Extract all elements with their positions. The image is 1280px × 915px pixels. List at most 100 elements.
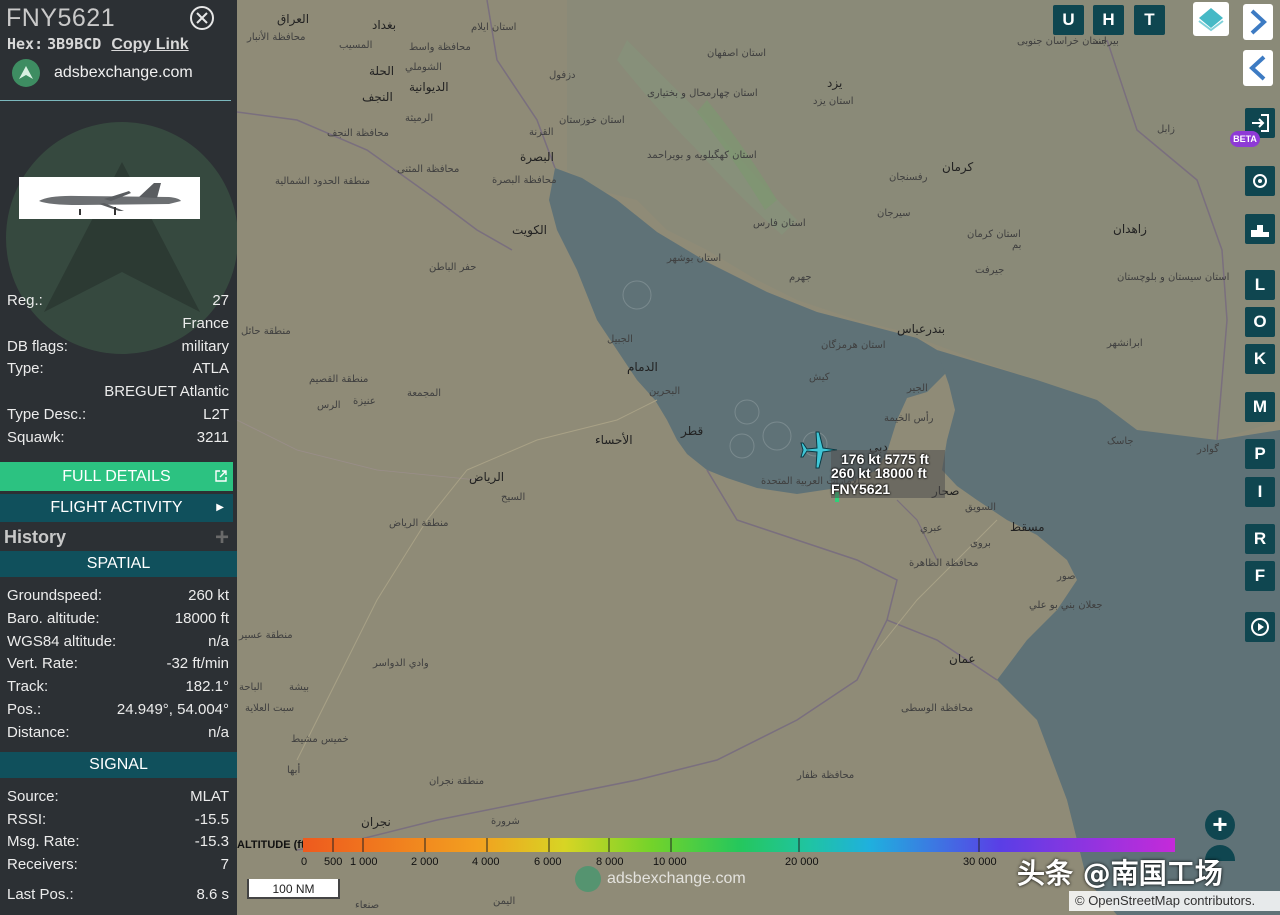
map-place-label: المجمعة [407, 388, 442, 399]
map-place-label: الرس [317, 400, 341, 411]
aircraft-info-row: Type Desc.: L2T [7, 405, 229, 425]
toggle-i-button[interactable]: I [1245, 477, 1275, 507]
spatial-label: Baro. altitude: [7, 609, 100, 627]
map-place-label: محافظة البصرة [492, 175, 557, 186]
altitude-legend-tick: 6 000 [534, 856, 562, 868]
toggle-m-button[interactable]: M [1245, 392, 1275, 422]
map-place-label: محافظة المثنى [397, 164, 460, 175]
map[interactable]: بغداد العراق محافظة الأنبار المسيب الحلة النج… [237, 0, 1280, 915]
map-place-label: الحلة [369, 64, 395, 78]
map-place-label: جعلان بني بو علي [1029, 600, 1103, 611]
map-place-label: جهرم [789, 272, 812, 283]
toggle-p-button[interactable]: P [1245, 439, 1275, 469]
map-place-label: زابل [1157, 124, 1175, 135]
map-place-label: جاسک [1107, 436, 1134, 447]
osm-attribution[interactable]: © OpenStreetMap contributors. [1069, 891, 1280, 911]
signal-header: SIGNAL [0, 752, 237, 778]
full-details-button[interactable]: FULL DETAILS [0, 462, 233, 491]
map-place-label: سبت العلاية [245, 703, 295, 714]
history-section[interactable]: History + [0, 524, 237, 552]
aircraft-info-row: BREGUET Atlantic [7, 382, 229, 402]
map-place-label: الرياض [469, 470, 505, 484]
signal-value: 8.6 s [196, 886, 229, 903]
map-place-label: منطقة نجران [429, 776, 485, 787]
toggle-f-button[interactable]: F [1245, 561, 1275, 591]
map-place-label: استان کهگیلویه و بویراحمد [647, 150, 757, 161]
map-place-label: صنعاء [355, 900, 380, 911]
map-place-label: عمان [949, 652, 976, 666]
map-place-label: اليمن [493, 896, 516, 907]
site-name: adsbexchange.com [54, 64, 193, 81]
map-place-label: سيرجان [877, 208, 911, 219]
altitude-legend-tick: 0 [301, 856, 308, 868]
map-place-label: استان ايلام [471, 22, 517, 33]
toggle-l-button[interactable]: L [1245, 270, 1275, 300]
leaderboard-button[interactable] [1245, 214, 1275, 244]
altitude-legend-tick: 20 000 [785, 856, 819, 868]
map-place-label: استان كرمان [967, 229, 1021, 240]
map-place-label: استان فارس [753, 218, 806, 229]
spatial-value: 182.1° [185, 678, 229, 696]
map-place-label: ابرانشهر [1107, 338, 1143, 349]
aircraft-info-sidebar: FNY5621 Hex: 3B9BCD Copy Link adsbexchange… [0, 0, 237, 915]
site-link[interactable]: adsbexchange.com [12, 59, 193, 87]
toggle-o-button[interactable]: O [1245, 307, 1275, 337]
aircraft-info-label: Type Desc.: [7, 406, 87, 423]
collapse-panel-button[interactable] [1243, 50, 1273, 86]
map-place-label: عنيزة [353, 396, 376, 407]
toggle-h-button[interactable]: H [1093, 5, 1124, 35]
replay-button[interactable] [1245, 612, 1275, 642]
map-place-label: الكويت [512, 223, 547, 237]
flight-activity-label: FLIGHT ACTIVITY [50, 499, 183, 516]
toggle-u-button[interactable]: U [1053, 5, 1084, 35]
map-place-label: الدمام [627, 360, 658, 374]
toggle-r-button[interactable]: R [1245, 524, 1275, 554]
map-place-label: استان سیستان و بلوچستان [1117, 272, 1230, 283]
map-place-label: صور [1057, 571, 1076, 582]
hex-label: Hex: [7, 35, 44, 53]
signal-row: Source: MLAT [7, 787, 229, 807]
spatial-row: Groundspeed: 260 kt [7, 586, 229, 606]
expand-panel-button[interactable] [1243, 4, 1273, 40]
map-place-label: المسيب [339, 40, 373, 51]
spatial-row: Pos.: 24.949°, 54.004° [7, 700, 229, 720]
settings-button[interactable] [1245, 166, 1275, 196]
aircraft-info-label: DB flags: [7, 337, 68, 355]
toggle-k-button[interactable]: K [1245, 344, 1275, 374]
spatial-value: 24.949°, 54.004° [116, 701, 229, 718]
divider [0, 100, 231, 101]
map-place-label: استان خوزستان [559, 115, 625, 126]
map-place-label: منطقة القصيم [309, 374, 369, 385]
signal-row: RSSI: -15.5 [7, 810, 229, 830]
map-place-label: استان خراسان جنوبی [1017, 36, 1107, 47]
map-place-label: استان اصفهان [707, 48, 767, 59]
close-icon[interactable] [190, 6, 214, 30]
map-place-label: قطر [681, 424, 704, 438]
map-place-label: البصرة [520, 150, 554, 164]
aircraft-info-label: Type: [7, 360, 44, 378]
aircraft-info-value: France [182, 314, 229, 332]
copy-link-button[interactable]: Copy Link [111, 36, 188, 53]
layers-button[interactable] [1193, 2, 1229, 36]
map-place-label: منطقة حائل [241, 326, 291, 337]
aircraft-photo[interactable] [19, 177, 200, 219]
map-place-label: الأحساء [595, 433, 633, 447]
map-place-label: محافظة الأنبار [247, 32, 306, 43]
map-place-label: القرنة [529, 127, 554, 138]
spatial-row: Baro. altitude: 18000 ft [7, 609, 229, 629]
toggle-t-button[interactable]: T [1134, 5, 1165, 35]
spatial-row: Vert. Rate: -32 ft/min [7, 654, 229, 674]
signal-value: -15.5 [194, 810, 229, 828]
zoom-in-button[interactable]: + [1205, 810, 1235, 840]
signal-value: MLAT [190, 788, 229, 805]
map-place-label: كيش [809, 372, 830, 383]
beta-badge: BETA [1230, 131, 1260, 147]
map-place-label: رفسنجان [889, 172, 928, 183]
map-place-label: أبها [287, 765, 301, 776]
map-place-label: مسقط [1010, 520, 1045, 534]
flight-activity-button[interactable]: FLIGHT ACTIVITY ▶ [0, 494, 233, 522]
map-place-label: استان چهارمحال و بختیاری [647, 88, 758, 99]
hex-row: Hex: 3B9BCD Copy Link [7, 35, 189, 54]
plus-icon[interactable]: + [215, 524, 229, 552]
aircraft-info-label: Reg.: [7, 292, 43, 309]
